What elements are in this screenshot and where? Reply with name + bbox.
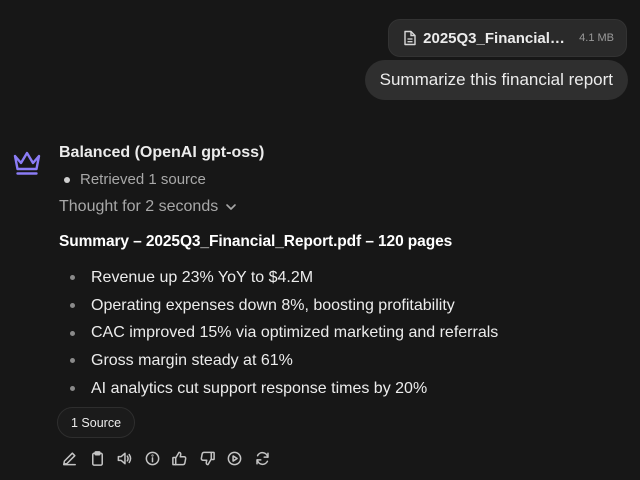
attachment-file-size: 4.1 MB — [579, 32, 614, 44]
list-item-text: Operating expenses down 8%, boosting pro… — [91, 296, 455, 314]
list-item-text: AI analytics cut support response times … — [91, 379, 428, 397]
list-item: AI analytics cut support response times … — [59, 375, 498, 403]
edit-button[interactable] — [61, 448, 89, 468]
speaker-icon — [117, 452, 132, 464]
regenerate-button[interactable] — [254, 448, 282, 468]
thumbs-down-button[interactable] — [199, 448, 227, 468]
list-item-text: CAC improved 15% via optimized marketing… — [91, 324, 499, 342]
bullet-dot — [64, 176, 70, 183]
message-actions — [61, 448, 281, 468]
bullet-dot — [70, 303, 75, 309]
sources-button[interactable]: 1 Source — [57, 407, 136, 438]
list-item: Gross margin steady at 61% — [59, 347, 498, 375]
attachment-file-name: 2025Q3_Financial_Report.pdf — [423, 29, 571, 47]
thought-label: Thought for 2 seconds — [59, 198, 219, 215]
summary-list: Revenue up 23% YoY to $4.2M Operating ex… — [59, 264, 498, 402]
list-item-text: Revenue up 23% YoY to $4.2M — [91, 268, 314, 286]
attachment-chip[interactable]: 2025Q3_Financial_Report.pdf 4.1 MB — [388, 19, 627, 57]
list-item: Revenue up 23% YoY to $4.2M — [59, 264, 498, 292]
continue-button[interactable] — [226, 448, 254, 468]
bullet-dot — [70, 386, 75, 392]
play-icon — [227, 451, 242, 465]
thumbs-up-button[interactable] — [171, 448, 199, 468]
chevron-down-icon — [226, 204, 237, 210]
list-item-text: Gross margin steady at 61% — [91, 351, 293, 369]
info-button[interactable] — [144, 448, 172, 468]
thought-toggle[interactable]: Thought for 2 seconds — [59, 198, 238, 216]
list-item: CAC improved 15% via optimized marketing… — [59, 319, 498, 347]
document-icon — [404, 30, 416, 46]
retrieved-sources[interactable]: Retrieved 1 source — [59, 171, 206, 188]
summary-title: Summary – 2025Q3_Financial_Report.pdf – … — [59, 233, 453, 250]
refresh-icon — [255, 451, 269, 465]
list-item: Operating expenses down 8%, boosting pro… — [59, 292, 498, 320]
thumbs-down-icon — [200, 451, 215, 465]
thumbs-up-icon — [172, 451, 187, 465]
copy-button[interactable] — [89, 448, 117, 468]
user-message: Summarize this financial report — [364, 60, 628, 100]
chat-view: 2025Q3_Financial_Report.pdf 4.1 MB Summa… — [0, 0, 640, 480]
bullet-dot — [70, 275, 75, 281]
retrieved-label: Retrieved 1 source — [80, 171, 206, 188]
crown-icon — [13, 151, 41, 175]
bullet-dot — [70, 330, 75, 336]
edit-icon — [63, 451, 76, 465]
bullet-dot — [70, 358, 75, 364]
model-name: Balanced (OpenAI gpt-oss) — [59, 144, 265, 161]
info-icon — [145, 451, 159, 465]
copy-icon — [91, 450, 103, 466]
read-aloud-button[interactable] — [116, 448, 144, 468]
